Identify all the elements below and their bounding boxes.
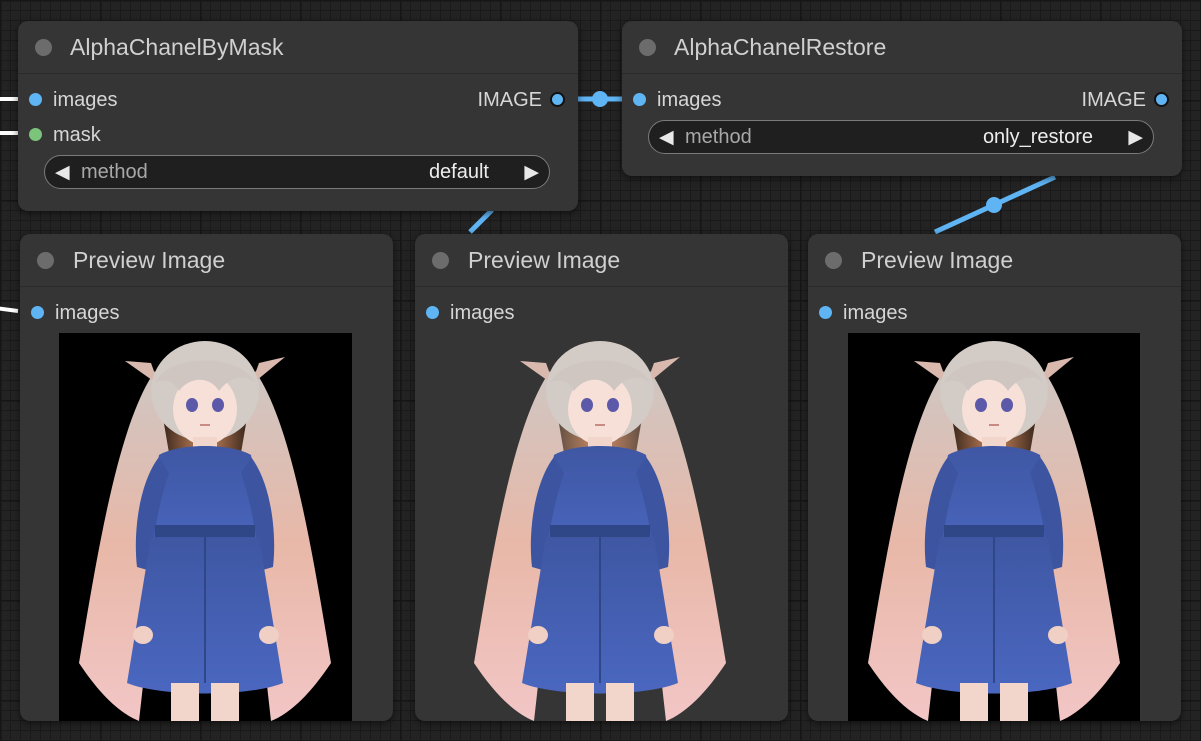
input-slot-images-dot-icon[interactable]: [819, 306, 832, 319]
input-slot-mask-dot-icon[interactable]: [29, 128, 42, 141]
preview-image[interactable]: [848, 333, 1140, 721]
link-midpoint: [592, 91, 608, 107]
output-slot-image-label: IMAGE: [1081, 89, 1146, 111]
widget-value: default: [428, 161, 489, 183]
node-title: Preview Image: [468, 247, 621, 273]
method-combo-widget[interactable]: ◀ method default ▶: [44, 155, 550, 189]
arrow-left-icon[interactable]: ◀: [55, 161, 70, 184]
input-slot-images-label: images: [450, 302, 515, 324]
output-slot-image-dot-icon[interactable]: [1154, 92, 1169, 107]
anime-girl-illustration: [473, 340, 727, 721]
node-status-dot-icon[interactable]: [35, 39, 52, 56]
node-title-bar[interactable]: Preview Image: [20, 234, 393, 287]
arrow-left-icon[interactable]: ◀: [659, 126, 674, 149]
input-slot-images-dot-icon[interactable]: [633, 93, 646, 106]
node-preview-image-2[interactable]: Preview Image images: [415, 234, 788, 721]
node-title-bar[interactable]: Preview Image: [415, 234, 788, 287]
input-slot-images-dot-icon[interactable]: [31, 306, 44, 319]
input-slot-mask-label: mask: [53, 124, 101, 146]
arrow-right-icon[interactable]: ▶: [1128, 126, 1143, 149]
link-midpoint: [986, 197, 1002, 213]
node-title-bar[interactable]: AlphaChanelByMask: [18, 21, 578, 74]
node-alpha-chanel-restore[interactable]: AlphaChanelRestore images IMAGE ◀ method…: [622, 21, 1182, 176]
preview-image[interactable]: [59, 333, 352, 721]
widget-label: method: [685, 126, 752, 148]
input-slot-images-label: images: [657, 89, 722, 111]
output-slot-image-dot-icon[interactable]: [550, 92, 565, 107]
anime-girl-illustration: [867, 340, 1121, 721]
node-title: AlphaChanelByMask: [70, 34, 284, 60]
method-combo-widget[interactable]: ◀ method only_restore ▶: [648, 120, 1154, 154]
node-preview-image-1[interactable]: Preview Image images: [20, 234, 393, 721]
link-mask-to-preview2: [468, 208, 494, 234]
widget-label: method: [81, 161, 148, 183]
node-status-dot-icon[interactable]: [639, 39, 656, 56]
node-title: Preview Image: [861, 247, 1014, 273]
input-slot-images-label: images: [55, 302, 120, 324]
link-preview1-in: [0, 306, 19, 313]
input-slot-images-dot-icon[interactable]: [29, 93, 42, 106]
output-slot-image-label: IMAGE: [477, 89, 542, 111]
node-status-dot-icon[interactable]: [825, 252, 842, 269]
node-alpha-chanel-by-mask[interactable]: AlphaChanelByMask images mask IMAGE ◀ me…: [18, 21, 578, 211]
node-preview-image-3[interactable]: Preview Image images: [808, 234, 1181, 721]
anime-girl-illustration: [78, 340, 332, 721]
widget-value: only_restore: [982, 126, 1093, 148]
node-title-bar[interactable]: AlphaChanelRestore: [622, 21, 1182, 74]
input-slot-images-dot-icon[interactable]: [426, 306, 439, 319]
arrow-right-icon[interactable]: ▶: [524, 161, 539, 184]
input-slot-images-label: images: [843, 302, 908, 324]
node-title: AlphaChanelRestore: [674, 34, 887, 60]
preview-image[interactable]: [454, 333, 747, 721]
node-title: Preview Image: [73, 247, 226, 273]
node-status-dot-icon[interactable]: [37, 252, 54, 269]
node-status-dot-icon[interactable]: [432, 252, 449, 269]
node-title-bar[interactable]: Preview Image: [808, 234, 1181, 287]
input-slot-images-label: images: [53, 89, 118, 111]
